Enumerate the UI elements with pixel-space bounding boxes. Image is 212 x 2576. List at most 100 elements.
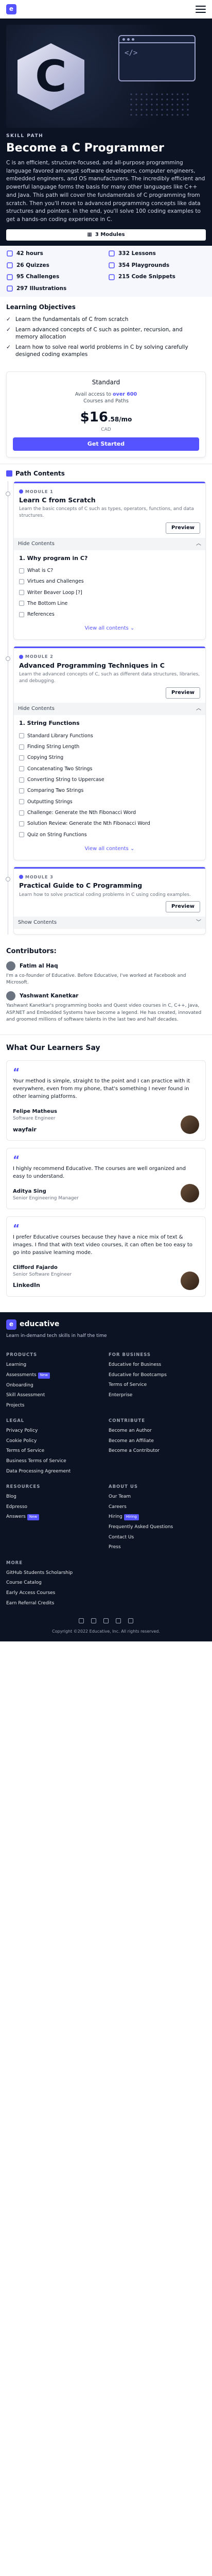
lesson-icon xyxy=(19,810,24,816)
module-title[interactable]: Learn C from Scratch xyxy=(19,496,200,504)
footer-link[interactable]: Terms of Service xyxy=(109,1382,206,1388)
c-language-logo: C xyxy=(17,43,84,110)
lesson-item[interactable]: References xyxy=(19,609,200,620)
path-contents-header: Path Contents xyxy=(0,463,212,481)
modules-count-button[interactable]: ▦ 3 Modules xyxy=(6,229,206,241)
footer-brand[interactable]: e educative xyxy=(6,1319,206,1330)
footer-link[interactable]: Assessments New xyxy=(6,1372,103,1379)
footer-column-title: PRODUCTS xyxy=(6,1352,38,1358)
lesson-title: Challenge: Generate the Nth Fibonacci Wo… xyxy=(27,809,136,816)
lesson-title: Virtues and Challenges xyxy=(27,579,84,585)
footer-link[interactable]: Answers New xyxy=(6,1514,103,1521)
lesson-item[interactable]: Solution Review: Generate the Nth Fibona… xyxy=(19,818,200,829)
educative-logo[interactable]: e xyxy=(6,4,16,14)
module-wrapper: MODULE 3 Practical Guide to C Programming… xyxy=(6,866,206,935)
footer-link[interactable]: Become a Contributor xyxy=(109,1448,206,1454)
footer-link[interactable]: Hiring Hiring xyxy=(109,1514,206,1521)
twitter-icon[interactable] xyxy=(91,1618,96,1624)
chapter-title[interactable]: 1. Why program in C? xyxy=(19,554,200,562)
lesson-item[interactable]: Writer Beaver Loop [?] xyxy=(19,587,200,598)
chapter-title[interactable]: 1. String Functions xyxy=(19,719,200,727)
footer-link[interactable]: Edpresso xyxy=(6,1504,103,1511)
lesson-item[interactable]: Standard Library Functions xyxy=(19,731,200,741)
footer-link[interactable]: Learning xyxy=(6,1362,103,1368)
footer-link[interactable]: Frequently Asked Questions xyxy=(109,1524,206,1531)
module-description: Learn the basic concepts of C such as ty… xyxy=(19,506,194,518)
chapter: 1. Why program in C? What is C? Virtues an… xyxy=(19,550,200,635)
lesson-item[interactable]: Copying String xyxy=(19,752,200,763)
footer-link[interactable]: Educative for Business xyxy=(109,1362,206,1368)
footer-link[interactable]: Course Catalog xyxy=(6,1580,103,1586)
lesson-item[interactable]: Challenge: Generate the Nth Fibonacci Wo… xyxy=(19,807,200,818)
lesson-item[interactable]: Comparing Two Strings xyxy=(19,785,200,796)
quote-icon: “ xyxy=(13,1222,20,1234)
lesson-title: The Bottom Line xyxy=(27,600,68,606)
get-started-button[interactable]: Get Started xyxy=(13,437,199,451)
lesson-title: Copying String xyxy=(27,755,64,761)
toggle-contents-row[interactable]: Show Contents ﹀ xyxy=(14,917,205,929)
footer-link[interactable]: Careers xyxy=(109,1504,206,1511)
objective-item: ✓ Learn the fundamentals of C from scratc… xyxy=(6,316,206,323)
view-all-contents-link[interactable]: View all contents ⌄ xyxy=(19,620,200,634)
facebook-icon[interactable] xyxy=(79,1618,84,1624)
site-footer: e educative Learn in-demand tech skills … xyxy=(0,1312,212,1642)
testimonials-title: What Our Learners Say xyxy=(6,1043,100,1052)
footer-link[interactable]: Cookie Policy xyxy=(6,1438,103,1445)
lesson-item[interactable]: The Bottom Line xyxy=(19,598,200,609)
footer-link[interactable]: Blog xyxy=(6,1494,103,1500)
testimonial-card: “I highly recommend Educative. The cours… xyxy=(6,1148,206,1209)
footer-link[interactable]: Enterprise xyxy=(109,1392,206,1399)
code-glyph: </> xyxy=(125,49,138,57)
footer-column: LEGAL Privacy Policy Cookie Policy Terms of… xyxy=(6,1412,103,1478)
preview-button[interactable]: Preview xyxy=(165,901,200,913)
instagram-icon[interactable] xyxy=(116,1618,121,1624)
preview-button[interactable]: Preview xyxy=(165,687,200,699)
view-all-contents-link[interactable]: View all contents ⌄ xyxy=(19,840,200,855)
toggle-contents-row[interactable]: Hide Contents ︿ xyxy=(14,537,205,550)
lesson-icon xyxy=(19,832,24,838)
footer-link[interactable]: Educative for Bootcamps xyxy=(109,1372,206,1379)
module-description: Learn how to solve practical coding prob… xyxy=(19,892,191,897)
footer-link[interactable]: Business Terms of Service xyxy=(6,1458,103,1465)
lesson-title: Finding String Length xyxy=(27,744,80,750)
footer-column: FOR BUSINESS Educative for Business Educat… xyxy=(109,1346,206,1412)
preview-button[interactable]: Preview xyxy=(165,522,200,534)
lesson-item[interactable]: Outputting Strings xyxy=(19,796,200,807)
copyright: Copyright ©2022 Educative, Inc. All righ… xyxy=(52,1629,160,1634)
footer-link[interactable]: Earn Referral Credits xyxy=(6,1600,103,1607)
linkedin-icon[interactable] xyxy=(103,1618,109,1624)
module-wrapper: MODULE 2 Advanced Programming Techniques … xyxy=(6,646,206,860)
stat-item: 332 Lessons xyxy=(108,250,206,258)
module-title[interactable]: Practical Guide to C Programming xyxy=(19,882,200,890)
lesson-item[interactable]: Quiz on String Functions xyxy=(19,829,200,840)
footer-link[interactable]: Terms of Service xyxy=(6,1448,103,1454)
lesson-item[interactable]: Concatenating Two Strings xyxy=(19,764,200,774)
module-title[interactable]: Advanced Programming Techniques in C xyxy=(19,662,200,670)
lesson-item[interactable]: Finding String Length xyxy=(19,741,200,752)
footer-link[interactable]: Early Access Courses xyxy=(6,1590,103,1597)
footer-link[interactable]: Press xyxy=(109,1544,206,1551)
youtube-icon[interactable] xyxy=(128,1618,133,1624)
footer-link[interactable]: Data Processing Agreement xyxy=(6,1468,103,1475)
author-name: Aditya Sing xyxy=(13,1189,46,1195)
toggle-contents-row[interactable]: Hide Contents ︿ xyxy=(14,703,205,716)
challenge-icon xyxy=(6,274,13,281)
modules-timeline: MODULE 1 Learn C from Scratch Learn the ba… xyxy=(0,481,212,935)
lesson-item[interactable]: What is C? xyxy=(19,565,200,576)
footer-link[interactable]: Projects xyxy=(6,1402,103,1409)
menu-hamburger-icon[interactable] xyxy=(196,5,206,13)
footer-link[interactable]: Privacy Policy xyxy=(6,1428,103,1434)
footer-link[interactable]: GitHub Students Scholarship xyxy=(6,1570,103,1577)
footer-link[interactable]: Become an Author xyxy=(109,1428,206,1434)
lesson-item[interactable]: Virtues and Challenges xyxy=(19,576,200,587)
footer-link[interactable]: Onboarding xyxy=(6,1382,103,1389)
lesson-item[interactable]: Converting String to Uppercase xyxy=(19,774,200,785)
timeline-node xyxy=(6,876,10,882)
footer-link[interactable]: Our Team xyxy=(109,1494,206,1500)
quiz-icon xyxy=(6,262,13,269)
footer-link[interactable]: Contact Us xyxy=(109,1534,206,1541)
code-window-graphic: </> xyxy=(118,35,196,81)
footer-column-title: CONTRIBUTE xyxy=(109,1418,146,1424)
footer-link[interactable]: Skill Assessment xyxy=(6,1392,103,1399)
footer-link[interactable]: Become an Affiliate xyxy=(109,1438,206,1445)
